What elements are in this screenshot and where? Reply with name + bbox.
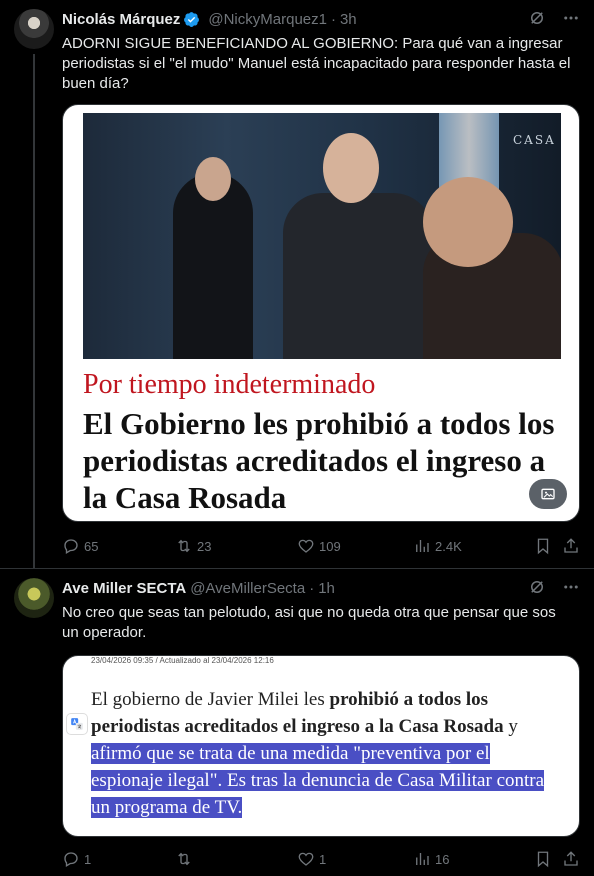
heart-icon: [298, 539, 314, 553]
tweet-1[interactable]: Nicolás Márquez @NickyMarquez1 · 3h ADOR…: [0, 0, 594, 568]
more-options-icon[interactable]: [562, 9, 580, 27]
share-button[interactable]: [562, 537, 580, 555]
reply-count: 1: [84, 851, 92, 867]
author-handle[interactable]: @AveMillerSecta: [190, 580, 305, 597]
views-count: 16: [435, 851, 450, 867]
news-headline: El Gobierno les prohibió a todos los per…: [83, 406, 555, 515]
edit-image-button[interactable]: [529, 479, 567, 509]
author-handle[interactable]: @NickyMarquez1: [208, 11, 327, 28]
translate-glyph-icon: [71, 718, 83, 730]
more-options-icon[interactable]: [562, 578, 580, 596]
heart-icon: [298, 852, 314, 866]
image-edit-icon: [541, 488, 555, 500]
separator-dot: ·: [330, 10, 336, 28]
news-photo: CASA: [83, 113, 561, 359]
like-count: 109: [319, 538, 341, 554]
person-center: [283, 193, 433, 359]
avatar[interactable]: [14, 9, 54, 49]
translate-icon[interactable]: [67, 714, 87, 734]
news-kicker: Por tiempo indeterminado: [83, 369, 376, 400]
avatar[interactable]: [14, 578, 54, 618]
person-left-head: [195, 157, 231, 201]
tweet-text: No creo que seas tan pelotudo, asi que n…: [62, 604, 556, 641]
reply-button[interactable]: 1: [62, 850, 91, 868]
article-text-plain: El gobierno de Javier Milei les: [91, 689, 330, 710]
article-meta: 23/04/2026 09:35 / Actualizado al 23/04/…: [91, 656, 274, 665]
separator-dot: ·: [309, 579, 315, 597]
share-icon: [564, 851, 578, 866]
author-name[interactable]: Nicolás Márquez: [62, 11, 180, 28]
verified-badge-icon: [184, 11, 200, 27]
tweet-header: Ave Miller SECTA @AveMillerSecta · 1h: [62, 578, 580, 598]
person-right-head: [423, 177, 513, 267]
retweet-button[interactable]: [175, 850, 197, 868]
grok-icon[interactable]: [528, 9, 546, 27]
timestamp[interactable]: 1h: [318, 580, 335, 597]
views-button[interactable]: 2.4K: [413, 537, 462, 555]
tweet-media-image[interactable]: CASA Por tiempo indeterminado El Gobiern…: [62, 104, 580, 522]
views-chart-icon: [416, 540, 429, 552]
share-button[interactable]: [562, 850, 580, 868]
wall-sign: CASA: [513, 133, 556, 147]
reply-icon: [64, 539, 78, 554]
retweet-icon: [178, 852, 190, 866]
tweet-text: ADORNI SIGUE BENEFICIANDO AL GOBIERNO: P…: [62, 35, 571, 92]
like-count: 1: [319, 851, 327, 867]
like-button[interactable]: 1: [297, 850, 326, 868]
bookmark-button[interactable]: [534, 850, 552, 868]
tweet-2[interactable]: Ave Miller SECTA @AveMillerSecta · 1h No…: [0, 568, 594, 876]
retweet-icon: [178, 539, 190, 553]
article-excerpt: El gobierno de Javier Milei les prohibió…: [91, 686, 561, 821]
author-name[interactable]: Ave Miller SECTA: [62, 580, 186, 597]
bookmark-button[interactable]: [534, 537, 552, 555]
tweet-actions: 1 1 16: [62, 847, 580, 871]
reply-button[interactable]: 65: [62, 537, 98, 555]
share-icon: [564, 538, 578, 553]
tweet-media-image[interactable]: 23/04/2026 09:35 / Actualizado al 23/04/…: [62, 655, 580, 837]
views-button[interactable]: 16: [413, 850, 449, 868]
reply-icon: [64, 852, 78, 867]
reply-count: 65: [84, 538, 99, 554]
views-chart-icon: [416, 853, 429, 865]
bookmark-icon: [537, 538, 549, 555]
article-text-connector: y: [503, 716, 518, 737]
timestamp[interactable]: 3h: [340, 11, 357, 28]
article-text-highlighted: afirmó que se trata de una medida "preve…: [91, 743, 545, 818]
person-center-head: [323, 133, 379, 203]
thread-line: [33, 54, 35, 568]
retweet-count: 23: [197, 538, 212, 554]
retweet-button[interactable]: 23: [175, 537, 211, 555]
views-count: 2.4K: [435, 538, 462, 554]
grok-icon[interactable]: [528, 578, 546, 596]
tweet-header: Nicolás Márquez @NickyMarquez1 · 3h: [62, 9, 580, 29]
like-button[interactable]: 109: [297, 537, 341, 555]
tweet-actions: 65 23 109 2.4K: [62, 534, 580, 558]
bookmark-icon: [537, 851, 549, 868]
